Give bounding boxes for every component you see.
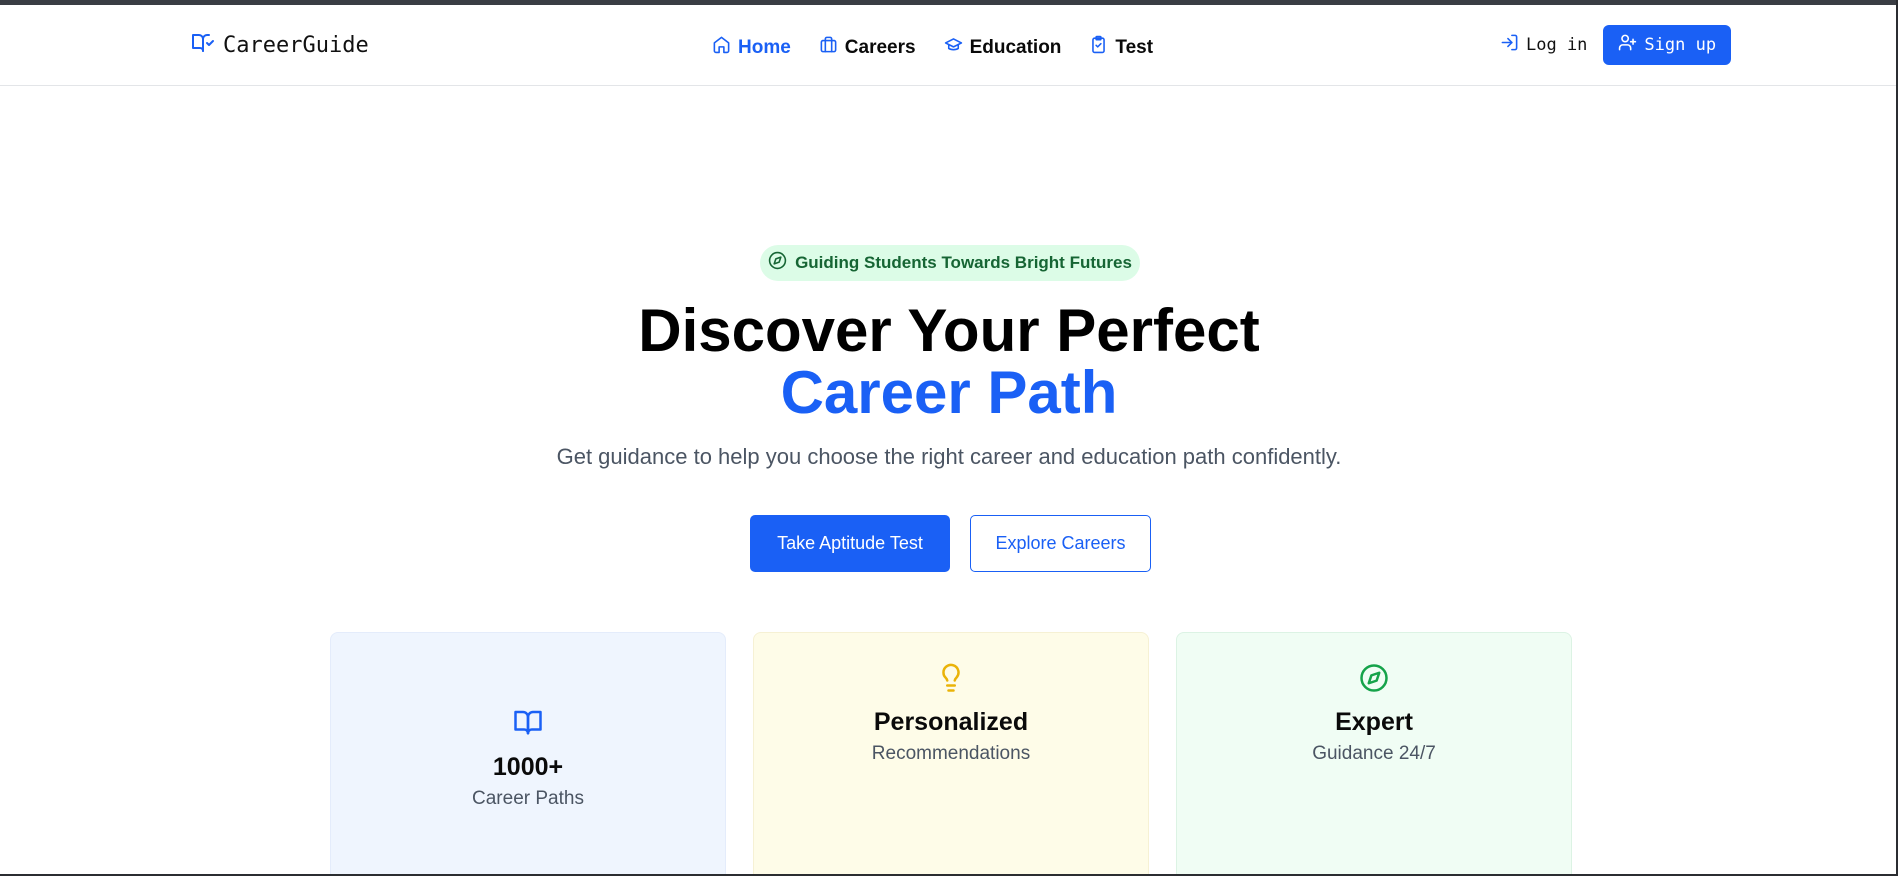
site-header: CareerGuide Home Careers Education Test (0, 5, 1898, 86)
nav-item-test[interactable]: Test (1089, 35, 1153, 60)
hero-title-accent: Career Path (780, 359, 1118, 426)
explore-careers-button[interactable]: Explore Careers (970, 515, 1151, 572)
stat-title: Personalized (873, 708, 1029, 736)
hero-badge: Guiding Students Towards Bright Futures (760, 245, 1140, 281)
nav-item-label: Careers (844, 36, 916, 58)
nav-item-label: Test (1115, 36, 1154, 58)
hero-title-line1: Discover Your Perfect (638, 297, 1260, 364)
graduation-cap-icon (944, 35, 963, 60)
stat-card-career-paths: 1000+ Career Paths (330, 632, 726, 876)
log-in-icon (1500, 33, 1519, 57)
stat-subtitle: Career Paths (472, 788, 584, 809)
brand-name: CareerGuide (223, 33, 369, 58)
take-aptitude-test-button[interactable]: Take Aptitude Test (750, 515, 950, 572)
clipboard-check-icon (1089, 35, 1108, 60)
briefcase-icon (819, 35, 838, 60)
brand-logo[interactable]: CareerGuide (191, 31, 369, 60)
stat-subtitle: Recommendations (871, 743, 1031, 764)
main-nav: Home Careers Education Test (712, 35, 1153, 60)
user-plus-icon (1618, 33, 1637, 57)
book-open-icon (331, 707, 725, 737)
stat-title: 1000+ (492, 753, 564, 781)
nav-item-careers[interactable]: Careers (819, 35, 916, 60)
nav-item-label: Education (969, 36, 1062, 58)
book-check-icon (191, 31, 215, 60)
nav-item-education[interactable]: Education (944, 35, 1062, 60)
stat-subtitle: Guidance 24/7 (1312, 743, 1436, 764)
hero-subtitle: Get guidance to help you choose the righ… (556, 444, 1342, 469)
signup-label: Sign up (1644, 35, 1717, 55)
stat-title: Expert (1335, 708, 1413, 736)
nav-item-label: Home (738, 36, 791, 58)
signup-button[interactable]: Sign up (1603, 25, 1732, 65)
login-button[interactable]: Log in (1494, 25, 1593, 65)
compass-icon (768, 251, 787, 275)
lightbulb-icon (754, 663, 1148, 693)
stat-card-expert: Expert Guidance 24/7 (1176, 632, 1572, 876)
nav-item-home[interactable]: Home (712, 35, 791, 60)
home-icon (712, 35, 731, 60)
login-label: Log in (1526, 35, 1588, 55)
compass-icon (1177, 663, 1571, 693)
stat-card-personalized: Personalized Recommendations (753, 632, 1149, 876)
hero-title: Discover Your Perfect Career Path (0, 300, 1898, 424)
hero-badge-text: Guiding Students Towards Bright Futures (795, 253, 1132, 272)
auth-actions: Log in Sign up (1494, 25, 1732, 65)
